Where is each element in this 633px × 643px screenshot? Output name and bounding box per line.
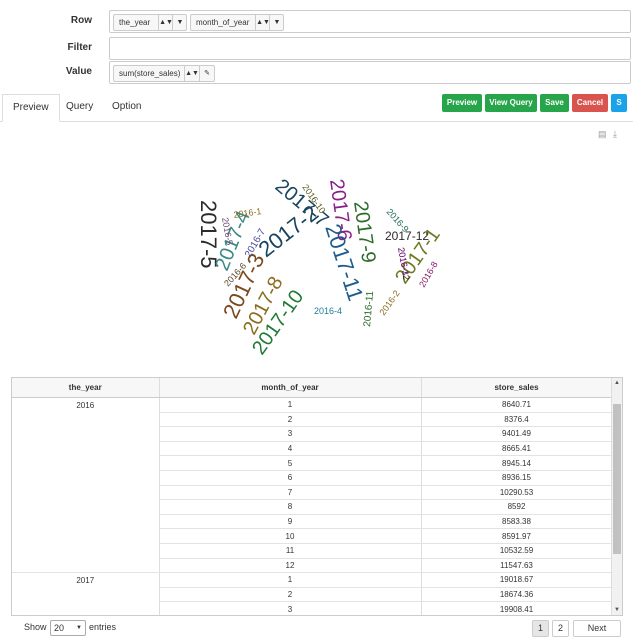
sales-cell: 19018.67 [421,572,613,588]
entries-label: entries [89,622,117,632]
sales-cell: 10532.59 [421,543,613,559]
sales-cell: 8945.14 [421,455,613,471]
page-button-2[interactable]: 2 [552,620,569,637]
next-button[interactable]: Next [573,620,621,637]
month-cell: 10 [159,528,422,544]
sales-cell: 9401.49 [421,426,613,442]
month-cell: 7 [159,485,422,501]
sort-icon[interactable]: ▲▼ [255,15,270,30]
cloud-word: 2016-2 [377,288,401,317]
sales-cell: 8640.71 [421,397,613,413]
row-config: Row the_year ▲▼ ▼ month_of_year ▲▼ ▼ [0,10,633,33]
sales-cell: 8936.15 [421,470,613,486]
month-cell: 2 [159,587,422,603]
table-footer: Show 20 ▼ entries 1 2 Next [0,620,633,640]
filter-icon[interactable]: ▼ [269,15,284,30]
sales-cell: 8591.97 [421,528,613,544]
row-field-name: month_of_year [196,18,250,27]
year-cell: 2017 [12,572,160,615]
month-cell: 5 [159,455,422,471]
tab-query[interactable]: Query [56,94,103,120]
cloud-word: 2016-4 [314,306,342,316]
page-size-value: 20 [54,623,65,633]
cancel-button[interactable]: Cancel [572,94,608,112]
sales-cell: 11547.63 [421,558,613,574]
scroll-up-icon[interactable]: ▲ [612,378,622,388]
month-cell: 3 [159,426,422,442]
month-cell: 4 [159,441,422,457]
filter-config: Filter [0,37,633,60]
row-field-pill[interactable]: the_year ▲▼ ▼ [113,14,187,31]
value-label: Value [65,66,92,77]
cloud-word: 2016-1 [233,206,262,220]
column-header[interactable]: the_year [12,378,160,398]
year-cell: 2016 [12,397,160,574]
value-dropzone[interactable]: sum(store_sales) ▲▼ ✎ [109,61,631,84]
column-header[interactable]: month_of_year [159,378,422,398]
sales-cell: 8592 [421,499,613,515]
cloud-word: 2016-11 [362,290,376,327]
month-cell: 12 [159,558,422,574]
month-cell: 6 [159,470,422,486]
page-button-1[interactable]: 1 [532,620,549,637]
month-cell: 1 [159,572,422,588]
chevron-down-icon: ▼ [76,625,82,631]
sort-icon[interactable]: ▲▼ [184,66,199,81]
scroll-thumb[interactable] [613,404,621,554]
filter-icon[interactable]: ▼ [172,15,187,30]
month-cell: 8 [159,499,422,515]
month-cell: 2 [159,412,422,428]
filter-dropzone[interactable] [109,37,631,60]
tab-option[interactable]: Option [102,94,151,120]
data-table: the_year month_of_year store_sales 2016 1… [12,378,613,615]
row-field-pill[interactable]: month_of_year ▲▼ ▼ [190,14,284,31]
sort-icon[interactable]: ▲▼ [158,15,173,30]
tab-preview[interactable]: Preview [2,94,60,122]
edit-icon[interactable]: ✎ [199,66,214,81]
table-row: 2016 1 8640.71 [12,397,613,574]
filter-label: Filter [67,42,92,53]
sales-cell: 10290.53 [421,485,613,501]
month-cell: 9 [159,514,422,530]
value-field-name: sum(store_sales) [119,69,181,78]
row-dropzone[interactable]: the_year ▲▼ ▼ month_of_year ▲▼ ▼ [109,10,631,33]
row-field-name: the_year [119,18,151,27]
sales-cell: 8583.38 [421,514,613,530]
month-cell: 11 [159,543,422,559]
pivot-table: the_year month_of_year store_sales 2016 1… [11,377,623,616]
sales-cell: 8376.4 [421,412,613,428]
sales-cell: 19908.41 [421,601,613,615]
vertical-scrollbar[interactable]: ▲ ▼ [611,378,622,615]
preview-button[interactable]: Preview [442,94,482,112]
month-cell: 3 [159,601,422,615]
page-size-select[interactable]: 20 ▼ [50,620,86,636]
row-label: Row [70,15,92,26]
sales-cell: 18674.36 [421,587,613,603]
column-header[interactable]: store_sales [421,378,613,398]
table-header-row: the_year month_of_year store_sales [12,378,613,398]
sales-cell: 8665.41 [421,441,613,457]
month-cell: 1 [159,397,422,413]
value-field-pill[interactable]: sum(store_sales) ▲▼ ✎ [113,65,215,82]
scroll-down-icon[interactable]: ▼ [612,605,622,615]
tab-bar: Preview Query Option [0,94,633,122]
save-button[interactable]: Save [540,94,569,112]
view-query-button[interactable]: View Query [485,94,537,112]
table-row: 2017 1 19018.67 [12,572,613,615]
value-config: Value sum(store_sales) ▲▼ ✎ [0,61,633,84]
s-button[interactable]: S [611,94,627,112]
show-label: Show [24,622,47,632]
word-cloud: 2017-5 2017-4 2017-3 2017-8 2017-7 2017-… [196,175,445,359]
